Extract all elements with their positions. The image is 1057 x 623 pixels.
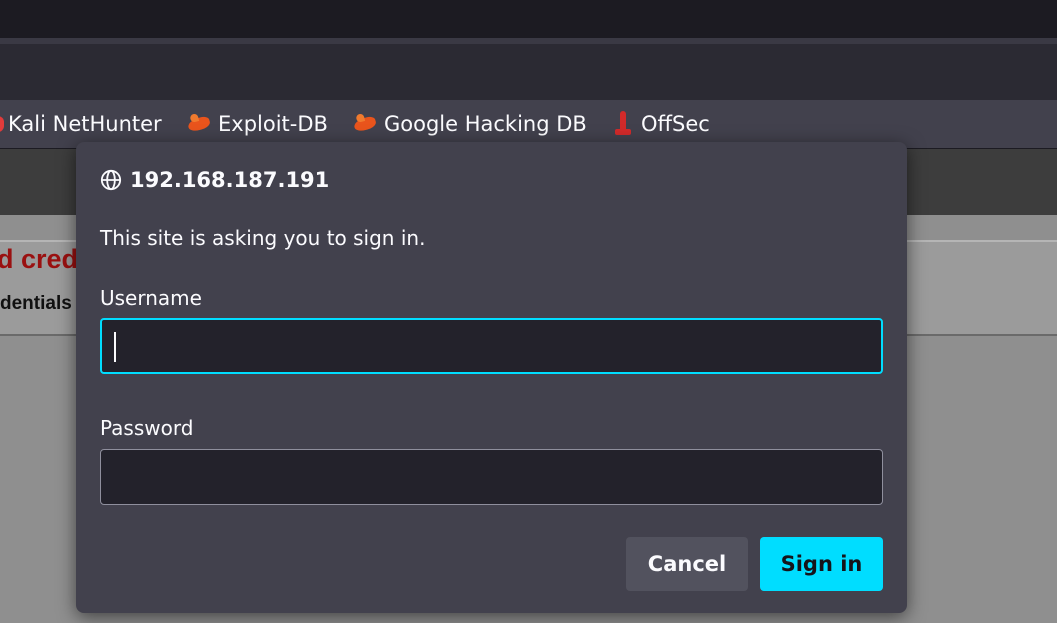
bookmark-label: Exploit-DB bbox=[218, 112, 328, 136]
bookmark-google-hacking-db[interactable]: Google Hacking DB bbox=[352, 100, 587, 148]
bookmark-label: Google Hacking DB bbox=[384, 112, 587, 136]
auth-dialog: 192.168.187.191 This site is asking you … bbox=[76, 142, 907, 613]
globe-icon bbox=[100, 169, 122, 191]
bookmark-label: Kali NetHunter bbox=[8, 112, 162, 136]
password-input[interactable] bbox=[100, 449, 883, 505]
cancel-button[interactable]: Cancel bbox=[626, 537, 748, 591]
kali-icon bbox=[0, 116, 4, 132]
bookmark-kali-nethunter[interactable]: Kali NetHunter bbox=[8, 100, 162, 148]
exploit-db-icon bbox=[352, 115, 378, 133]
sign-in-button[interactable]: Sign in bbox=[760, 537, 883, 591]
page-heading: d cred bbox=[0, 244, 79, 274]
origin-address: 192.168.187.191 bbox=[130, 168, 330, 192]
page-subtext: dentials bbox=[0, 293, 72, 314]
username-label: Username bbox=[100, 286, 202, 310]
tab-strip bbox=[0, 0, 1057, 40]
username-input[interactable] bbox=[100, 318, 883, 374]
dialog-message: This site is asking you to sign in. bbox=[100, 226, 426, 250]
offsec-icon bbox=[613, 111, 633, 137]
navigation-toolbar bbox=[0, 44, 1057, 100]
password-label: Password bbox=[100, 416, 194, 440]
bookmark-offsec[interactable]: OffSec bbox=[613, 100, 710, 148]
text-cursor bbox=[114, 332, 116, 362]
bookmark-label: OffSec bbox=[641, 112, 710, 136]
exploit-db-icon bbox=[186, 115, 212, 133]
dialog-origin: 192.168.187.191 bbox=[100, 168, 329, 192]
bookmark-exploit-db[interactable]: Exploit-DB bbox=[186, 100, 328, 148]
